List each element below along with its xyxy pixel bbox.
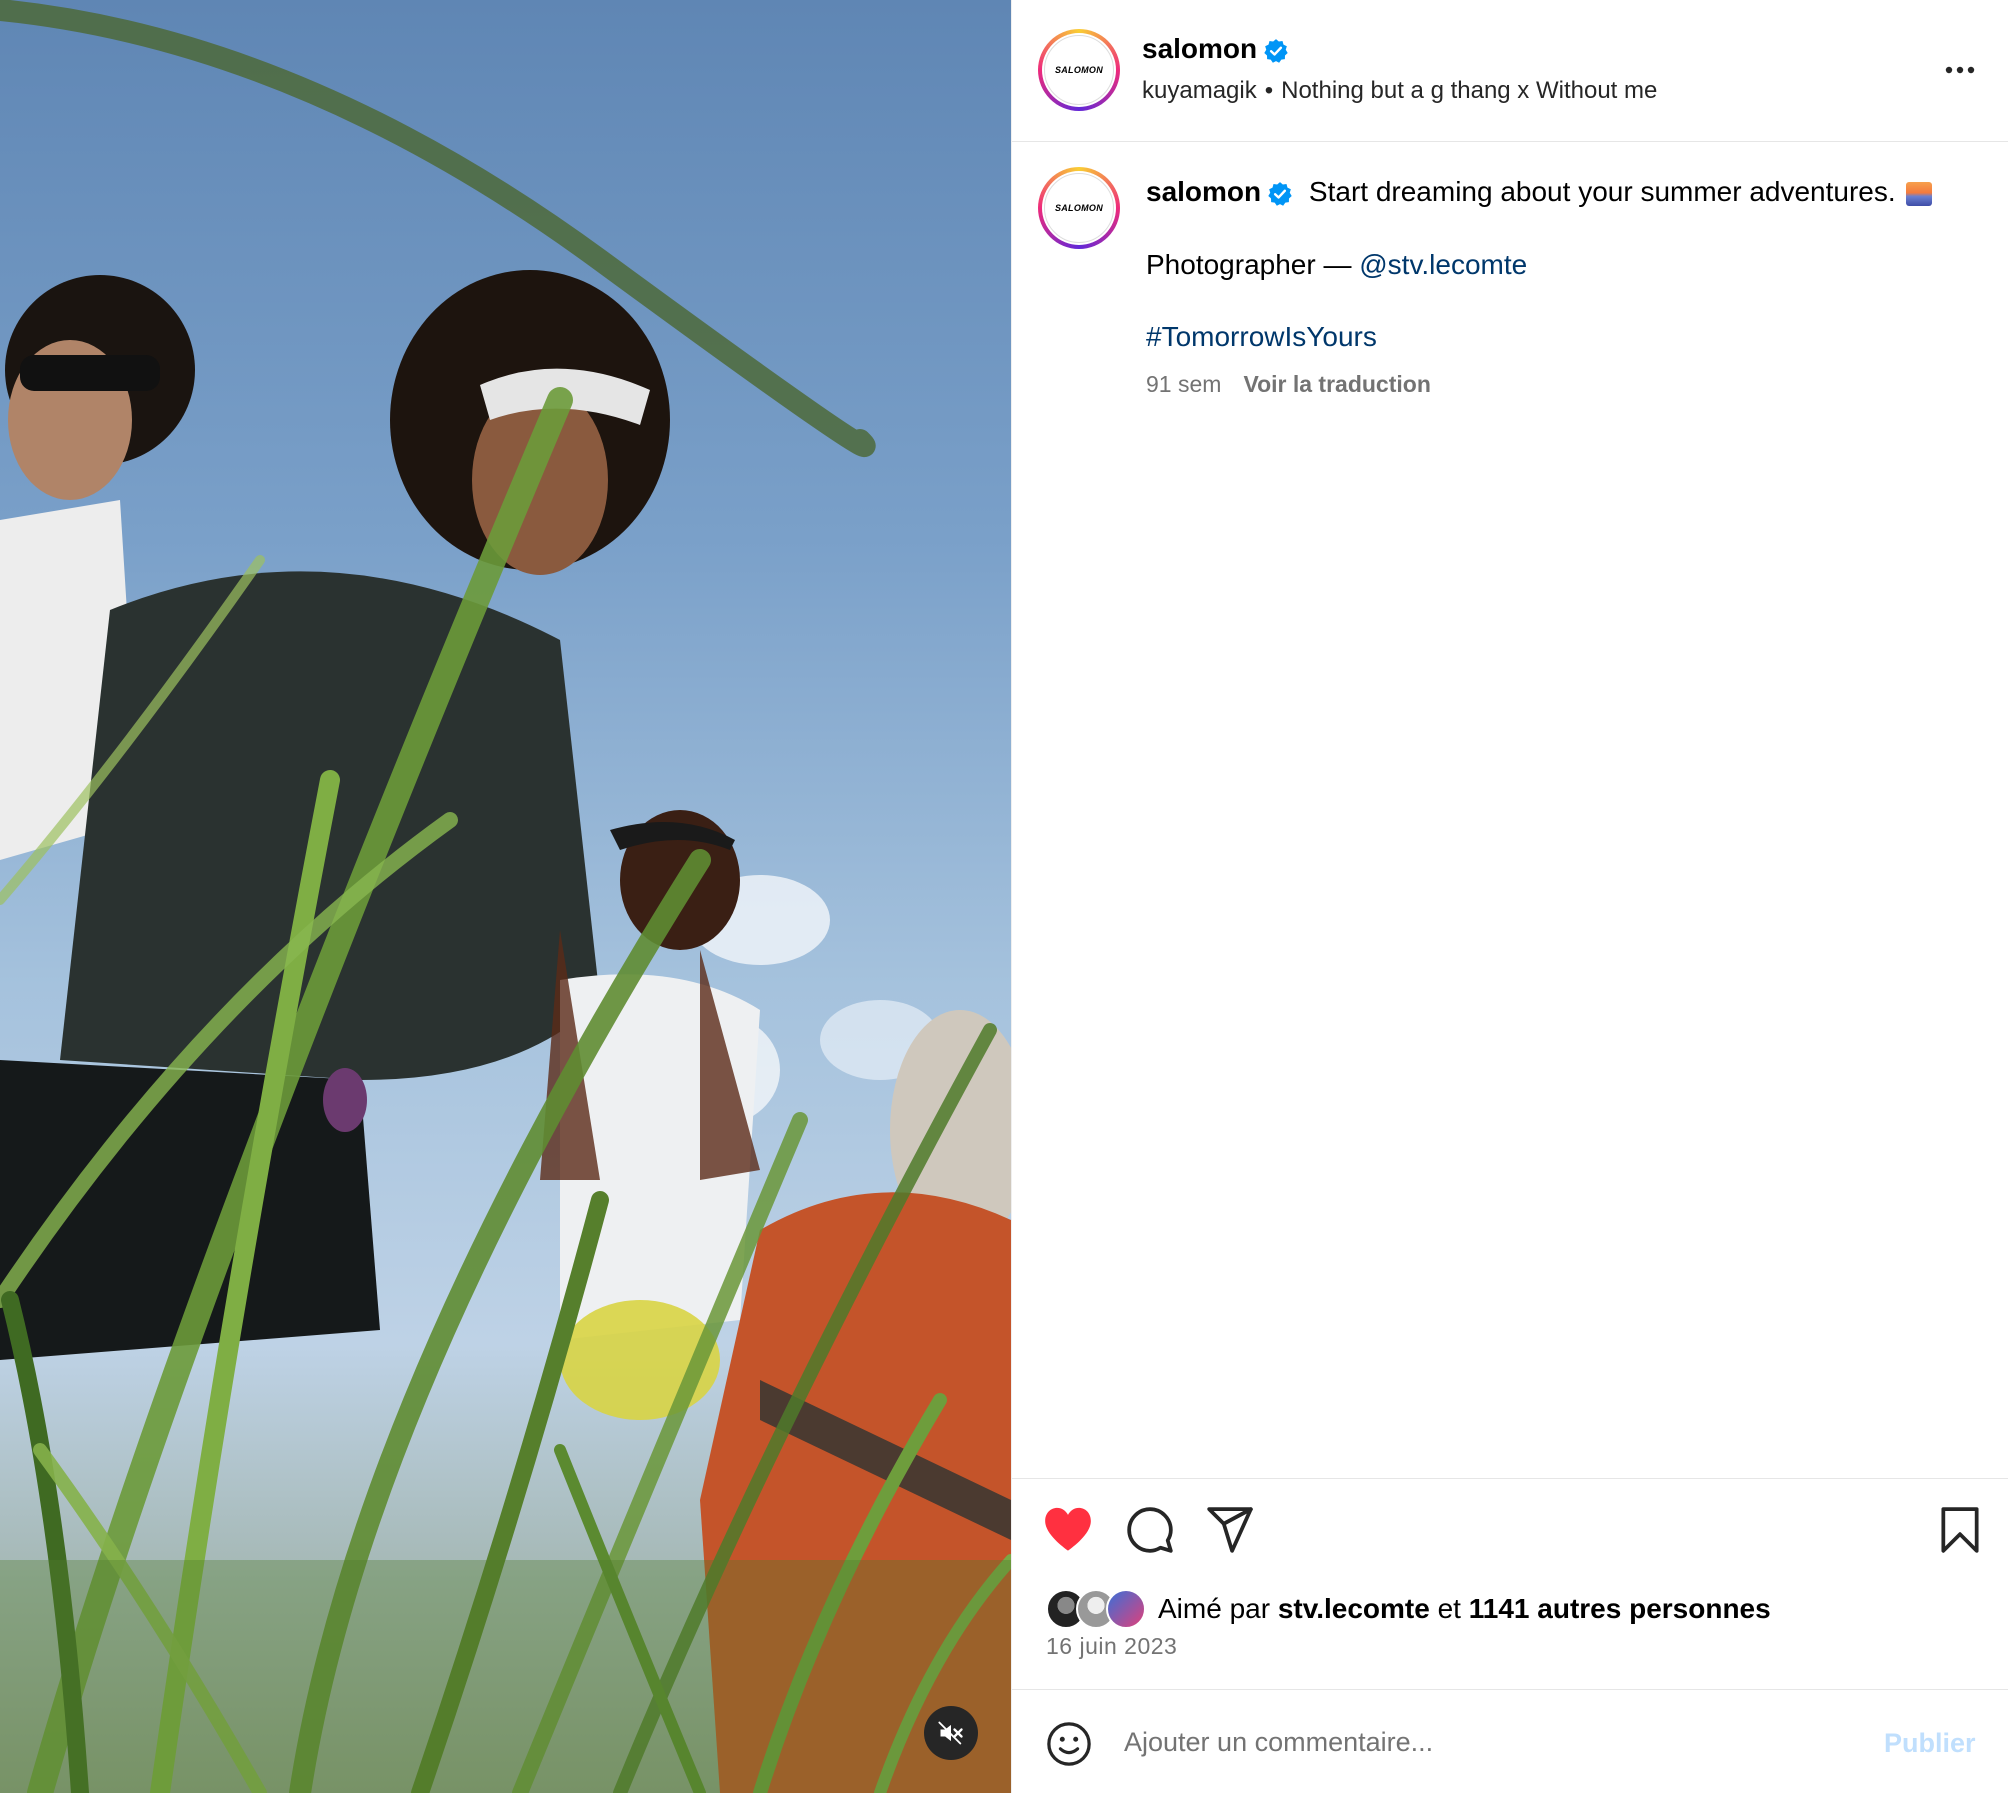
likes-connector: et: [1437, 1593, 1461, 1624]
username-header[interactable]: salomon: [1142, 33, 1289, 65]
caption-meta: 91 sem Voir la traduction: [1146, 371, 1431, 398]
mute-button[interactable]: [924, 1706, 978, 1760]
audio-artist[interactable]: kuyamagik: [1142, 77, 1257, 104]
comment-button[interactable]: [1125, 1505, 1175, 1560]
separator-dot: •: [1264, 77, 1274, 104]
publish-button[interactable]: Publier: [1884, 1728, 1976, 1759]
bookmark-icon: [1941, 1507, 1979, 1553]
post-photo: [0, 0, 1011, 1793]
liker-username[interactable]: stv.lecomte: [1278, 1593, 1430, 1625]
hashtag-line: #TomorrowIsYours: [1146, 321, 1377, 353]
caption-text: Start dreaming about your summer adventu…: [1308, 176, 1896, 207]
photographer-label: Photographer —: [1146, 249, 1352, 280]
hashtag-link[interactable]: #TomorrowIsYours: [1146, 321, 1377, 352]
more-dots-icon: [1945, 66, 1975, 74]
share-button[interactable]: [1205, 1505, 1255, 1560]
heart-filled-icon: [1045, 1507, 1091, 1551]
salomon-logo: SALOMON: [1044, 173, 1114, 243]
verified-badge-icon: [1268, 181, 1292, 206]
comment-bubble-icon: [1127, 1507, 1173, 1553]
photographer-mention-link[interactable]: @stv.lecomte: [1359, 249, 1527, 280]
avatar[interactable]: SALOMON: [1038, 29, 1120, 111]
sunrise-emoji-icon: [1905, 181, 1932, 206]
comment-input[interactable]: [1124, 1720, 1824, 1764]
salomon-logo: SALOMON: [1044, 35, 1114, 105]
paper-plane-icon: [1207, 1507, 1253, 1553]
photographer-credit: Photographer — @stv.lecomte: [1146, 249, 1527, 281]
like-button[interactable]: [1042, 1505, 1094, 1558]
see-translation-button[interactable]: Voir la traduction: [1243, 371, 1430, 397]
liker-avatars[interactable]: [1046, 1589, 1150, 1629]
audio-attribution[interactable]: kuyamagik • Nothing but a g thang x Withou…: [1142, 77, 1657, 105]
post-age[interactable]: 91 sem: [1146, 371, 1221, 397]
post-header: SALOMON salomon kuyamagik • Nothing but a …: [1012, 0, 2008, 142]
likes-prefix: Aimé par: [1158, 1593, 1271, 1624]
username-text[interactable]: salomon: [1142, 33, 1257, 64]
post-side-panel: SALOMON salomon kuyamagik • Nothing but a …: [1011, 0, 2008, 1793]
caption-avatar[interactable]: SALOMON: [1038, 167, 1120, 249]
action-bar: Aimé par stv.lecomte et 1141 autres pers…: [1012, 1478, 2008, 1689]
comment-bar: Publier: [1012, 1689, 2008, 1794]
post-date[interactable]: 16 juin 2023: [1046, 1633, 1177, 1660]
caption-username[interactable]: salomon: [1146, 176, 1261, 207]
save-button[interactable]: [1938, 1505, 1982, 1560]
audio-track[interactable]: Nothing but a g thang x Without me: [1281, 77, 1657, 104]
smiley-icon: [1047, 1722, 1091, 1766]
caption-line: salomon Start dreaming about your summer…: [1146, 176, 1932, 208]
likes-count-link[interactable]: 1141 autres personnes: [1469, 1593, 1771, 1625]
post-media[interactable]: [0, 0, 1011, 1793]
emoji-picker-button[interactable]: [1046, 1721, 1092, 1772]
more-options-button[interactable]: [1940, 52, 1980, 88]
speaker-muted-icon: [938, 1721, 963, 1745]
likes-summary: Aimé par stv.lecomte et 1141 autres pers…: [1046, 1589, 1771, 1629]
verified-badge-icon: [1264, 38, 1288, 63]
avatar: [1106, 1589, 1146, 1629]
